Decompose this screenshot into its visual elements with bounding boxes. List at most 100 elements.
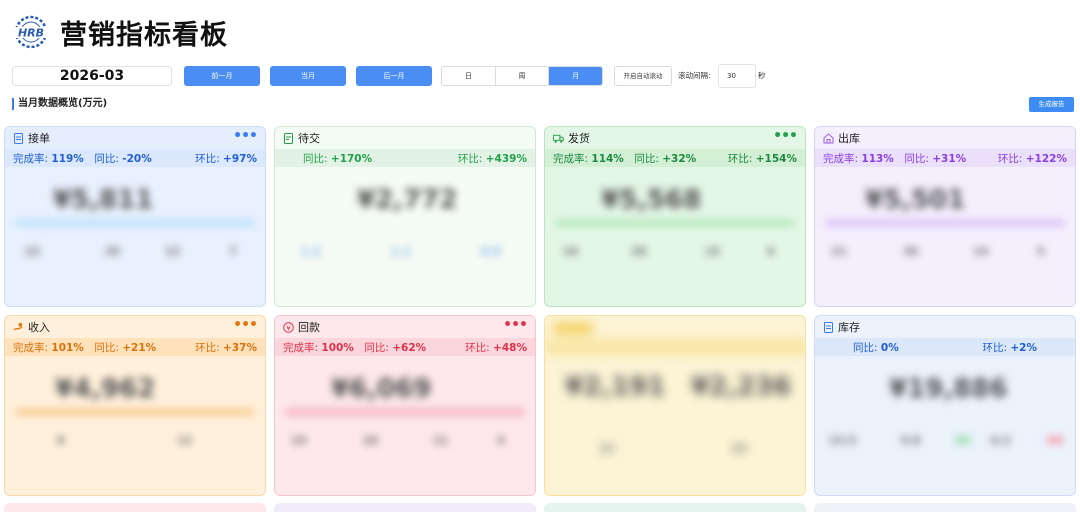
stat-label: 同比: (94, 341, 119, 354)
more-icon[interactable]: ••• (773, 129, 798, 143)
stat-value: +31% (932, 152, 967, 165)
stat-label: 环比: (457, 152, 483, 165)
stat-value: 100% (321, 341, 354, 354)
segment-day[interactable]: 日 (442, 67, 496, 85)
stat-label: 同比: (853, 341, 878, 354)
stat-label: 完成率: (13, 152, 49, 165)
card-collection[interactable]: ¥ 回款 ••• 完成率: 100% 同比: +62% 环比: +48% ¥6,… (274, 315, 536, 496)
warehouse-icon (823, 132, 834, 144)
svg-text:HRB: HRB (18, 27, 44, 40)
stat-label: 完成率: (13, 341, 49, 354)
stat-label: 环比: (195, 152, 220, 165)
segment-week[interactable]: 周 (496, 67, 550, 85)
progress-bar (15, 408, 255, 416)
blurred-content: ¥2,191 ¥2,236 12 10 (545, 316, 805, 495)
progress-bar (555, 219, 795, 227)
card-title: 发货 (568, 132, 590, 145)
card-stats: 完成率: 114% 同比: +32% 环比: +154% (545, 149, 805, 167)
stat-label: 同比: (904, 152, 929, 165)
card-title: 待交 (298, 132, 320, 145)
document-icon (13, 132, 24, 144)
next-row-hint (4, 503, 1076, 512)
blurred-content: ¥19,886 13.5 9.8 6.2 (815, 356, 1075, 486)
stat-value: +170% (330, 152, 373, 165)
stat-value: +154% (755, 152, 797, 165)
stat-value: 101% (51, 341, 84, 354)
blurred-content: ¥5,501 21 30 14 5 (815, 167, 1075, 297)
blurred-amount: ¥5,568 (601, 185, 702, 215)
stat-label: 同比: (94, 152, 119, 165)
blurred-amount: ¥2,772 (357, 185, 458, 215)
stat-label: 环比: (982, 341, 1008, 354)
card-title: 回款 (298, 321, 320, 334)
stat-value: -20% (122, 152, 152, 165)
stat-value: +37% (223, 341, 257, 354)
blurred-amount: ¥19,886 (889, 374, 1008, 404)
scroll-interval-unit: 秒 (758, 71, 766, 80)
card-outbound[interactable]: 出库 完成率: 113% 同比: +31% 环比: +122% ¥5,501 2… (814, 126, 1076, 307)
card-orders[interactable]: 接单 ••• 完成率: 119% 同比: -20% 环比: +97% ¥5,81… (4, 126, 266, 307)
card-inventory[interactable]: 库存 同比: 0% 环比: +2% ¥19,886 13.5 9.8 6.2 (814, 315, 1076, 496)
card-income[interactable]: 收入 ••• 完成率: 101% 同比: +21% 环比: +37% ¥4,96… (4, 315, 266, 496)
toolbar: 2026-03 前一月 当月 后一月 日 周 月 开启自动滚动 滚动间隔: 30… (0, 64, 1080, 88)
stat-label: 完成率: (553, 152, 589, 165)
stat-label: 环比: (997, 152, 1023, 165)
pending-icon (283, 132, 294, 144)
generate-report-button[interactable]: 生成报告 (1029, 97, 1074, 112)
stat-value: +21% (122, 341, 157, 354)
stat-value: +62% (392, 341, 427, 354)
card-stats: 完成率: 100% 同比: +62% 环比: +48% (275, 338, 535, 356)
blurred-amount: ¥6,069 (331, 374, 432, 404)
blurred-content: ¥2,772 1.2 1.1 0.9 (301, 185, 501, 258)
segment-month[interactable]: 月 (549, 67, 602, 85)
stat-value: 0% (880, 341, 899, 354)
month-picker[interactable]: 2026-03 (12, 66, 172, 86)
card-stats: 同比: 0% 环比: +2% (815, 338, 1075, 356)
inventory-icon (823, 321, 834, 333)
blurred-content: ¥6,069 19 26 11 4 (275, 356, 535, 486)
scroll-interval-label: 滚动间隔: (678, 71, 711, 80)
income-icon (13, 322, 24, 333)
blurred-content: ¥4,962 8 12 (5, 356, 265, 486)
stat-label: 环比: (195, 341, 220, 354)
card-title: 收入 (28, 321, 50, 334)
stat-value: 113% (861, 152, 894, 165)
svg-text:¥: ¥ (286, 324, 291, 332)
blurred-amount: ¥5,811 (53, 185, 154, 215)
period-segment: 日 周 月 (441, 66, 603, 86)
stat-value: 114% (591, 152, 624, 165)
card-pending[interactable]: 待交 同比: +170% 环比: +439% ¥2,772 1.2 1.1 0.9 (274, 126, 536, 307)
more-icon[interactable]: ••• (233, 129, 258, 143)
stat-value: 119% (51, 152, 84, 165)
stat-label: 环比: (465, 341, 490, 354)
scroll-interval-input[interactable]: 30 (718, 64, 756, 88)
stat-label: 环比: (727, 152, 753, 165)
card-title: 库存 (838, 321, 860, 334)
card-stats: 完成率: 101% 同比: +21% 环比: +37% (5, 338, 265, 356)
more-icon[interactable]: ••• (503, 318, 528, 332)
auto-scroll-button[interactable]: 开启自动滚动 (614, 66, 672, 86)
progress-bar (285, 408, 525, 416)
current-month-button[interactable]: 当月 (270, 66, 346, 86)
blurred-amount: ¥2,191 (565, 372, 666, 402)
progress-bar (825, 219, 1065, 227)
blurred-amount: ¥4,962 (55, 374, 156, 404)
stat-label: 同比: (634, 152, 659, 165)
prev-month-button[interactable]: 前一月 (184, 66, 260, 86)
truck-icon (553, 133, 564, 144)
stat-value: +439% (485, 152, 527, 165)
stat-label: 同比: (364, 341, 389, 354)
blurred-amount-secondary: ¥2,236 (691, 372, 792, 402)
card-blurred[interactable]: ¥2,191 ¥2,236 12 10 (544, 315, 806, 496)
company-logo: HRB (10, 15, 52, 49)
blurred-amount: ¥5,501 (865, 185, 966, 215)
card-stats: 完成率: 113% 同比: +31% 环比: +122% (815, 149, 1075, 167)
card-shipping[interactable]: 发货 ••• 完成率: 114% 同比: +32% 环比: +154% ¥5,5… (544, 126, 806, 307)
next-month-button[interactable]: 后一月 (356, 66, 432, 86)
stat-label: 完成率: (823, 152, 859, 165)
stat-value: +97% (223, 152, 257, 165)
blurred-content: ¥5,811 22 35 12 7 (5, 167, 265, 297)
section-title: 当月数据概览(万元) (12, 98, 107, 110)
stat-label: 完成率: (283, 341, 319, 354)
more-icon[interactable]: ••• (233, 318, 258, 332)
